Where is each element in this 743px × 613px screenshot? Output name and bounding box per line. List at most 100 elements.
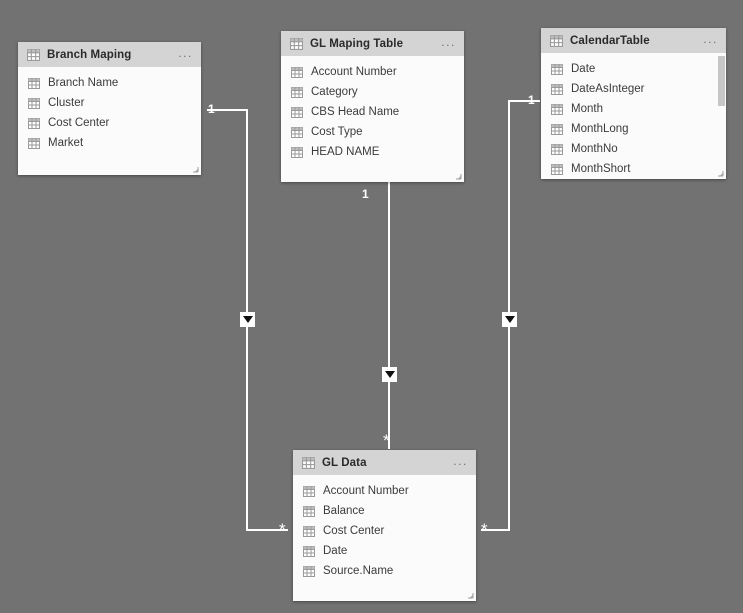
field-label: HEAD NAME xyxy=(311,146,380,158)
table-grid-icon xyxy=(28,97,40,109)
more-options-icon[interactable]: ... xyxy=(703,33,718,47)
more-options-icon[interactable]: ... xyxy=(453,455,468,469)
field-row[interactable]: Cluster xyxy=(18,93,201,113)
field-label: Cost Type xyxy=(311,126,363,138)
more-options-icon[interactable]: ... xyxy=(441,36,456,50)
table-grid-icon xyxy=(291,66,303,78)
more-options-icon[interactable]: ... xyxy=(178,47,193,61)
field-row[interactable]: Branch Name xyxy=(18,73,201,93)
field-row[interactable]: Account Number xyxy=(293,481,476,501)
field-label: Balance xyxy=(323,505,365,517)
field-label: Cost Center xyxy=(323,525,385,537)
table-card-branch-maping[interactable]: Branch Maping... Branch Name Cluster Cost C… xyxy=(18,42,201,175)
field-list-calendartable: Date DateAsInteger Month MonthLong MonthNo Mo… xyxy=(541,53,726,179)
cardinality-one-calendartable-to-gl-data: 1 xyxy=(528,93,535,107)
field-row[interactable]: Cost Type xyxy=(281,122,464,142)
table-title: CalendarTable xyxy=(570,34,650,47)
table-header-gl-maping-table[interactable]: GL Maping Table... xyxy=(281,31,464,56)
field-list-branch-maping: Branch Name Cluster Cost Center Market xyxy=(18,67,201,175)
resize-grip-icon[interactable] xyxy=(453,171,462,180)
field-row[interactable]: Account Number xyxy=(281,62,464,82)
cross-filter-arrow-icon-calendartable-to-gl-data[interactable] xyxy=(502,312,517,327)
field-row[interactable]: CBS Head Name xyxy=(281,102,464,122)
table-header-branch-maping[interactable]: Branch Maping... xyxy=(18,42,201,67)
table-grid-icon xyxy=(27,48,40,61)
table-grid-icon xyxy=(303,545,315,557)
table-grid-icon xyxy=(302,456,315,469)
field-label: Account Number xyxy=(311,66,397,78)
table-grid-icon xyxy=(551,63,563,75)
arrow-down-icon xyxy=(384,371,395,378)
table-title: Branch Maping xyxy=(47,48,132,61)
table-grid-icon xyxy=(28,137,40,149)
field-row[interactable]: Date xyxy=(293,541,476,561)
cardinality-one-branch-maping-to-gl-data: 1 xyxy=(208,102,215,116)
model-view-canvas[interactable]: Branch Maping... Branch Name Cluster Cost C… xyxy=(0,0,743,613)
field-label: Account Number xyxy=(323,485,409,497)
field-label: Source.Name xyxy=(323,565,394,577)
table-grid-icon xyxy=(28,77,40,89)
field-row[interactable]: Month xyxy=(541,99,726,119)
cardinality-many-gl-maping-table-to-gl-data: * xyxy=(383,431,390,450)
table-grid-icon xyxy=(303,485,315,497)
table-grid-icon xyxy=(291,86,303,98)
cross-filter-arrow-icon-gl-maping-table-to-gl-data[interactable] xyxy=(382,367,397,382)
resize-grip-icon[interactable] xyxy=(190,164,199,173)
table-grid-icon xyxy=(551,83,563,95)
field-label: Market xyxy=(48,137,84,149)
field-row[interactable]: Date xyxy=(541,59,726,79)
field-row[interactable]: Cost Center xyxy=(18,113,201,133)
field-label: CBS Head Name xyxy=(311,106,400,118)
field-row[interactable]: DateAsInteger xyxy=(541,79,726,99)
field-label: MonthShort xyxy=(571,163,631,175)
field-label: Branch Name xyxy=(48,77,119,89)
table-grid-icon xyxy=(551,123,563,135)
field-row[interactable]: Category xyxy=(281,82,464,102)
field-row[interactable]: Market xyxy=(18,133,201,153)
table-grid-icon xyxy=(303,505,315,517)
resize-grip-icon[interactable] xyxy=(465,590,474,599)
field-list-gl-maping-table: Account Number Category CBS Head Name Cost … xyxy=(281,56,464,182)
table-grid-icon xyxy=(291,126,303,138)
cardinality-one-gl-maping-table-to-gl-data: 1 xyxy=(362,187,369,201)
table-grid-icon xyxy=(291,146,303,158)
table-grid-icon xyxy=(303,525,315,537)
table-header-calendartable[interactable]: CalendarTable... xyxy=(541,28,726,53)
field-row[interactable]: HEAD NAME xyxy=(281,142,464,162)
field-row[interactable]: Balance xyxy=(293,501,476,521)
table-grid-icon xyxy=(290,37,303,50)
field-list-gl-data: Account Number Balance Cost Center Date Sour… xyxy=(293,475,476,601)
cardinality-many-calendartable-to-gl-data: * xyxy=(481,520,488,539)
field-label: Month xyxy=(571,103,603,115)
field-row[interactable]: MonthLong xyxy=(541,119,726,139)
table-grid-icon xyxy=(551,143,563,155)
table-grid-icon xyxy=(551,163,563,175)
field-row[interactable]: MonthNo xyxy=(541,139,726,159)
field-list-scrollbar[interactable] xyxy=(717,53,726,179)
resize-grip-icon[interactable] xyxy=(715,168,724,177)
field-label: Category xyxy=(311,86,358,98)
table-header-gl-data[interactable]: GL Data... xyxy=(293,450,476,475)
field-label: Cost Center xyxy=(48,117,110,129)
field-label: Cluster xyxy=(48,97,85,109)
table-grid-icon xyxy=(551,103,563,115)
table-grid-icon xyxy=(291,106,303,118)
field-row[interactable]: Source.Name xyxy=(293,561,476,581)
field-label: Date xyxy=(323,545,348,557)
table-title: GL Maping Table xyxy=(310,37,404,50)
arrow-down-icon xyxy=(242,316,253,323)
cardinality-many-branch-maping-to-gl-data: * xyxy=(279,520,286,539)
field-label: DateAsInteger xyxy=(571,83,645,95)
table-title: GL Data xyxy=(322,456,367,469)
table-grid-icon xyxy=(550,34,563,47)
table-card-calendartable[interactable]: CalendarTable... Date DateAsInteger Month Mo… xyxy=(541,28,726,179)
arrow-down-icon xyxy=(504,316,515,323)
field-row[interactable]: Cost Center xyxy=(293,521,476,541)
table-card-gl-data[interactable]: GL Data... Account Number Balance Cost Cent… xyxy=(293,450,476,601)
field-label: Date xyxy=(571,63,596,75)
scrollbar-thumb[interactable] xyxy=(718,55,725,106)
cross-filter-arrow-icon-branch-maping-to-gl-data[interactable] xyxy=(240,312,255,327)
table-card-gl-maping-table[interactable]: GL Maping Table... Account Number Category… xyxy=(281,31,464,182)
field-row[interactable]: MonthShort xyxy=(541,159,726,179)
field-label: MonthNo xyxy=(571,143,618,155)
